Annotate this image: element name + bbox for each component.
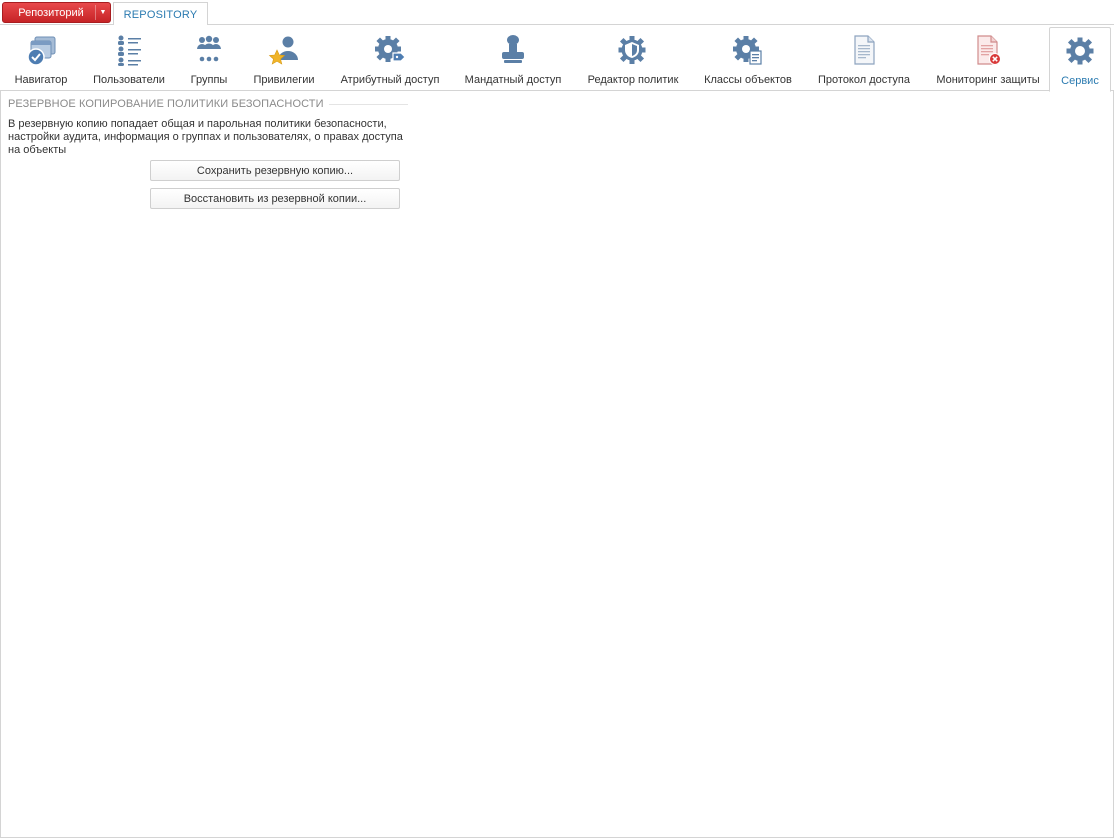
- ribbon-security-monitoring[interactable]: Мониторинг защиты: [930, 25, 1046, 91]
- policy-editor-icon: [616, 33, 650, 67]
- backup-section-title: РЕЗЕРВНОЕ КОПИРОВАНИЕ ПОЛИТИКИ БЕЗОПАСНО…: [8, 98, 324, 110]
- ribbon-policy-editor-label: Редактор политик: [587, 74, 679, 86]
- ribbon-privileges-label: Привилегии: [253, 74, 315, 86]
- backup-description: В резервную копию попадает общая и парол…: [8, 118, 403, 156]
- restore-backup-button[interactable]: Восстановить из резервной копии...: [150, 188, 400, 209]
- ribbon-privileges[interactable]: Привилегии: [248, 25, 320, 91]
- object-classes-icon: [731, 33, 765, 67]
- ribbon-navigator-label: Навигатор: [14, 74, 68, 86]
- top-tab-strip: Репозиторий ▼ REPOSITORY: [0, 0, 1114, 26]
- attribute-access-icon: [373, 33, 407, 67]
- ribbon-toolbar: Навигатор Пользователи Группы Привилегии…: [0, 25, 1114, 92]
- service-gear-icon: [1063, 34, 1097, 68]
- navigator-icon: [24, 33, 58, 67]
- dropdown-caret-icon: ▼: [99, 9, 107, 16]
- backup-section-header: РЕЗЕРВНОЕ КОПИРОВАНИЕ ПОЛИТИКИ БЕЗОПАСНО…: [8, 98, 408, 110]
- ribbon-groups-label: Группы: [190, 74, 228, 86]
- save-backup-button[interactable]: Сохранить резервную копию...: [150, 160, 400, 181]
- ribbon-groups[interactable]: Группы: [183, 25, 235, 91]
- ribbon-object-classes-label: Классы объектов: [704, 74, 792, 86]
- ribbon-service-label: Сервис: [1061, 75, 1099, 87]
- section-divider: [328, 103, 408, 105]
- security-monitoring-icon: [971, 33, 1005, 67]
- ribbon-security-monitoring-label: Мониторинг защиты: [936, 74, 1040, 86]
- mandatory-access-icon: [496, 33, 530, 67]
- access-log-icon: [847, 33, 881, 67]
- ribbon-attribute-access[interactable]: Атрибутный доступ: [335, 25, 445, 91]
- ribbon-attribute-access-label: Атрибутный доступ: [340, 74, 440, 86]
- users-icon: [112, 33, 146, 67]
- repository-menu-button[interactable]: Репозиторий ▼: [2, 2, 111, 23]
- ribbon-service[interactable]: Сервис: [1049, 27, 1111, 92]
- backup-section: РЕЗЕРВНОЕ КОПИРОВАНИЕ ПОЛИТИКИ БЕЗОПАСНО…: [8, 98, 408, 157]
- ribbon-users-label: Пользователи: [93, 74, 165, 86]
- privileges-icon: [267, 33, 301, 67]
- ribbon-access-log[interactable]: Протокол доступа: [813, 25, 915, 91]
- ribbon-navigator[interactable]: Навигатор: [6, 25, 76, 91]
- repository-menu-label: Репозиторий: [18, 6, 84, 19]
- ribbon-object-classes[interactable]: Классы объектов: [698, 25, 798, 91]
- tab-repository[interactable]: REPOSITORY: [113, 2, 208, 26]
- ribbon-policy-editor[interactable]: Редактор политик: [582, 25, 684, 91]
- groups-icon: [192, 33, 226, 67]
- ribbon-users[interactable]: Пользователи: [86, 25, 172, 91]
- ribbon-mandatory-access-label: Мандатный доступ: [464, 74, 562, 86]
- ribbon-mandatory-access[interactable]: Мандатный доступ: [460, 25, 566, 91]
- ribbon-access-log-label: Протокол доступа: [818, 74, 910, 86]
